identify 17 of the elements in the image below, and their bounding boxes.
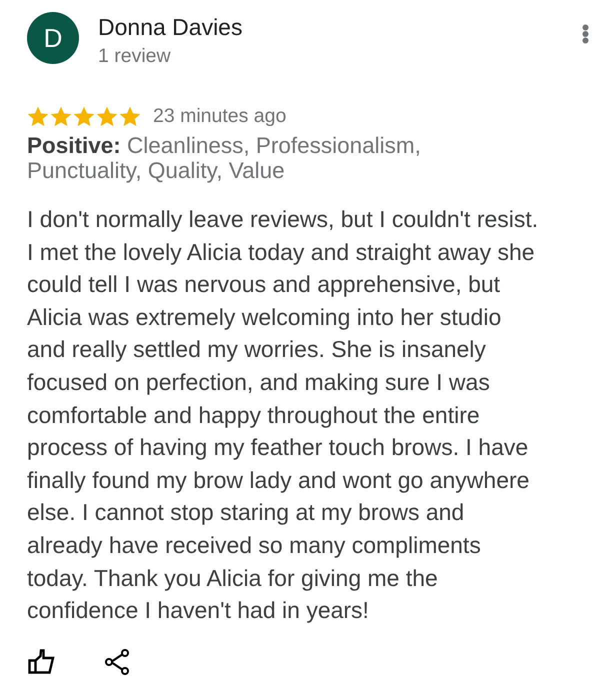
star-icon (27, 106, 49, 126)
review-count: 1 review (98, 44, 172, 68)
star-icon (50, 106, 72, 126)
review-text: I don't normally leave reviews, but I couldn't resist. I met the lovely Alicia today and straight away she could tell I was nervous and apprehensive, but Alicia was extremely welcoming into her studio and really settled my worries. She is insanely focused on perfection, and making sure I was comfortable and happy throughout the entire process of having my feather touch brows. I have finally found my brow lady and wont go anywhere else. I cannot stop staring at my brows and already have received so many compliments today. Thank you Alicia for giving me the confidence I haven't had in years! (27, 205, 540, 626)
star-icon (119, 106, 141, 126)
reviewer-name: Donna Davies (98, 13, 244, 41)
thumbs-up-icon (28, 649, 55, 674)
share-icon (105, 648, 129, 675)
avatar: D (27, 12, 79, 64)
star-icon (73, 106, 95, 126)
more-options-button[interactable] (580, 23, 590, 45)
star-icon (96, 106, 118, 126)
review-time: 23 minutes ago (153, 104, 286, 128)
more-vertical-icon (582, 24, 588, 44)
like-button[interactable] (28, 649, 55, 674)
share-button[interactable] (105, 648, 129, 675)
positive-aspects: Positive: Cleanliness, Professionalism, Punctuality, Quality, Value (27, 133, 422, 183)
